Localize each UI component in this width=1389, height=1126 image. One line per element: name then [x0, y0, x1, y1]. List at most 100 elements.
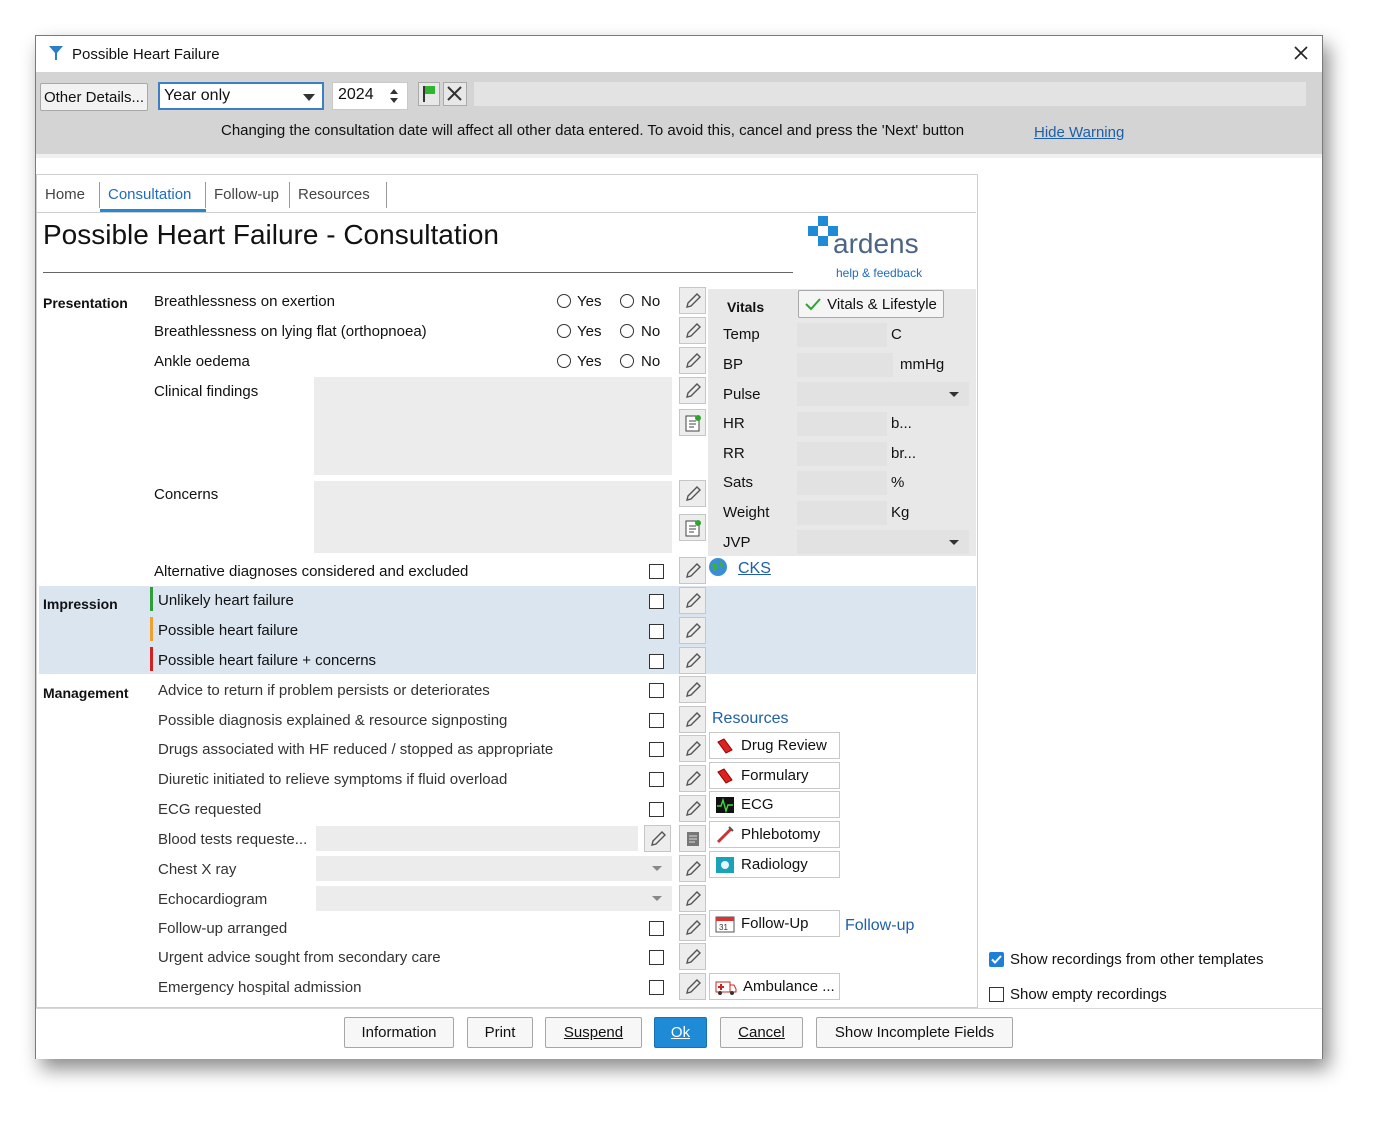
- show-empty-checkbox[interactable]: [989, 987, 1004, 1002]
- pencil-icon[interactable]: [644, 825, 671, 852]
- pencil-icon[interactable]: [679, 317, 706, 344]
- temp-input[interactable]: [797, 323, 887, 347]
- tab-home[interactable]: Home: [45, 186, 85, 203]
- pencil-icon[interactable]: [679, 287, 706, 314]
- pencil-icon[interactable]: [679, 706, 706, 733]
- management-checkbox[interactable]: [649, 713, 664, 728]
- management-checkbox[interactable]: [649, 980, 664, 995]
- alt-diagnoses-checkbox[interactable]: [649, 564, 664, 579]
- sats-input[interactable]: [797, 471, 887, 495]
- no-radio[interactable]: [620, 294, 634, 308]
- date-precision-value: Year only: [164, 87, 231, 104]
- management-item-label: Echocardiogram: [158, 891, 268, 908]
- temp-label: Temp: [723, 326, 760, 343]
- cancel-button[interactable]: Cancel: [720, 1017, 803, 1048]
- pencil-icon[interactable]: [679, 885, 706, 912]
- management-checkbox[interactable]: [649, 921, 664, 936]
- management-checkbox[interactable]: [649, 772, 664, 787]
- hr-input[interactable]: [797, 412, 887, 436]
- suspend-button[interactable]: Suspend: [545, 1017, 642, 1048]
- bp-input[interactable]: [797, 353, 893, 377]
- management-checkbox[interactable]: [649, 802, 664, 817]
- pencil-icon[interactable]: [679, 647, 706, 674]
- pencil-icon[interactable]: [679, 914, 706, 941]
- show-incomplete-fields-button[interactable]: Show Incomplete Fields: [816, 1017, 1013, 1048]
- management-checkbox[interactable]: [649, 742, 664, 757]
- pencil-icon[interactable]: [679, 735, 706, 762]
- rr-unit: br...: [891, 445, 917, 462]
- pencil-icon[interactable]: [679, 676, 706, 703]
- tab-resources[interactable]: Resources: [298, 186, 370, 203]
- year-stepper[interactable]: 2024: [332, 82, 408, 110]
- weight-input[interactable]: [797, 501, 887, 525]
- vitals-lifestyle-button[interactable]: Vitals & Lifestyle: [798, 290, 944, 318]
- echocardiogram-select[interactable]: [316, 886, 672, 911]
- pencil-icon[interactable]: [679, 347, 706, 374]
- pencil-icon[interactable]: [679, 795, 706, 822]
- chest-xray-select[interactable]: [316, 856, 672, 881]
- yes-radio[interactable]: [557, 294, 571, 308]
- print-button[interactable]: Print: [467, 1017, 533, 1048]
- date-precision-select[interactable]: Year only: [158, 82, 324, 110]
- pencil-icon[interactable]: [679, 973, 706, 1000]
- management-checkbox[interactable]: [649, 950, 664, 965]
- pencil-icon[interactable]: [679, 617, 706, 644]
- yes-radio[interactable]: [557, 324, 571, 338]
- add-note-icon[interactable]: [679, 409, 706, 436]
- ecg-button[interactable]: ECG: [709, 791, 840, 818]
- ambulance-label: Ambulance ...: [743, 978, 835, 995]
- dialog-window: Possible Heart Failure Other Details... …: [35, 35, 1323, 1059]
- impression-checkbox[interactable]: [649, 594, 664, 609]
- no-radio[interactable]: [620, 354, 634, 368]
- tab-follow-up[interactable]: Follow-up: [214, 186, 279, 203]
- clear-date-button[interactable]: [443, 82, 467, 106]
- ok-button[interactable]: Ok: [654, 1017, 707, 1048]
- tab-consultation[interactable]: Consultation: [108, 186, 191, 203]
- ambulance-button[interactable]: Ambulance ...: [709, 973, 840, 1000]
- impression-checkbox[interactable]: [649, 654, 664, 669]
- pencil-icon[interactable]: [679, 377, 706, 404]
- close-icon[interactable]: [1294, 46, 1308, 60]
- radiology-icon: [716, 856, 734, 873]
- ardens-logo[interactable]: ardens help & feedback: [806, 214, 966, 284]
- management-checkbox[interactable]: [649, 683, 664, 698]
- chevron-down-icon: [949, 540, 959, 545]
- other-details-button[interactable]: Other Details...: [40, 83, 148, 111]
- jvp-select[interactable]: [797, 530, 969, 554]
- follow-up-button[interactable]: 31 Follow-Up: [709, 910, 840, 937]
- no-radio[interactable]: [620, 324, 634, 338]
- phlebotomy-button[interactable]: Phlebotomy: [709, 821, 840, 848]
- impression-item-label: Possible heart failure: [158, 622, 299, 639]
- cks-link[interactable]: CKS: [738, 560, 771, 578]
- blood-tests-input[interactable]: [316, 826, 638, 851]
- yes-radio[interactable]: [557, 354, 571, 368]
- rr-input[interactable]: [797, 442, 887, 466]
- resources-heading[interactable]: Resources: [712, 710, 788, 728]
- help-feedback-link[interactable]: help & feedback: [836, 266, 922, 280]
- pencil-icon[interactable]: [679, 480, 706, 507]
- flag-button[interactable]: [418, 82, 440, 106]
- hide-warning-link[interactable]: Hide Warning: [1034, 124, 1124, 141]
- impression-checkbox[interactable]: [649, 624, 664, 639]
- pulse-select[interactable]: [797, 382, 969, 406]
- pill-icon: [717, 737, 733, 754]
- stepper-arrows-icon[interactable]: [389, 87, 399, 105]
- pencil-icon[interactable]: [679, 855, 706, 882]
- radiology-button[interactable]: Radiology: [709, 851, 840, 878]
- clinical-findings-textarea[interactable]: [314, 377, 672, 475]
- formulary-button[interactable]: Formulary: [709, 762, 840, 789]
- separator: [36, 154, 1322, 158]
- concerns-textarea[interactable]: [314, 481, 672, 553]
- add-note-icon[interactable]: [679, 514, 706, 541]
- drug-review-button[interactable]: Drug Review: [709, 732, 840, 759]
- information-button[interactable]: Information: [344, 1017, 454, 1048]
- yes-label: Yes: [577, 293, 602, 310]
- note-icon[interactable]: [679, 825, 706, 852]
- pencil-icon[interactable]: [679, 943, 706, 970]
- pencil-icon[interactable]: [679, 587, 706, 614]
- management-item-label: Urgent advice sought from secondary care: [158, 949, 441, 966]
- follow-up-link[interactable]: Follow-up: [845, 917, 914, 935]
- pencil-icon[interactable]: [679, 765, 706, 792]
- show-other-templates-checkbox[interactable]: [989, 952, 1004, 967]
- pencil-icon[interactable]: [679, 557, 706, 584]
